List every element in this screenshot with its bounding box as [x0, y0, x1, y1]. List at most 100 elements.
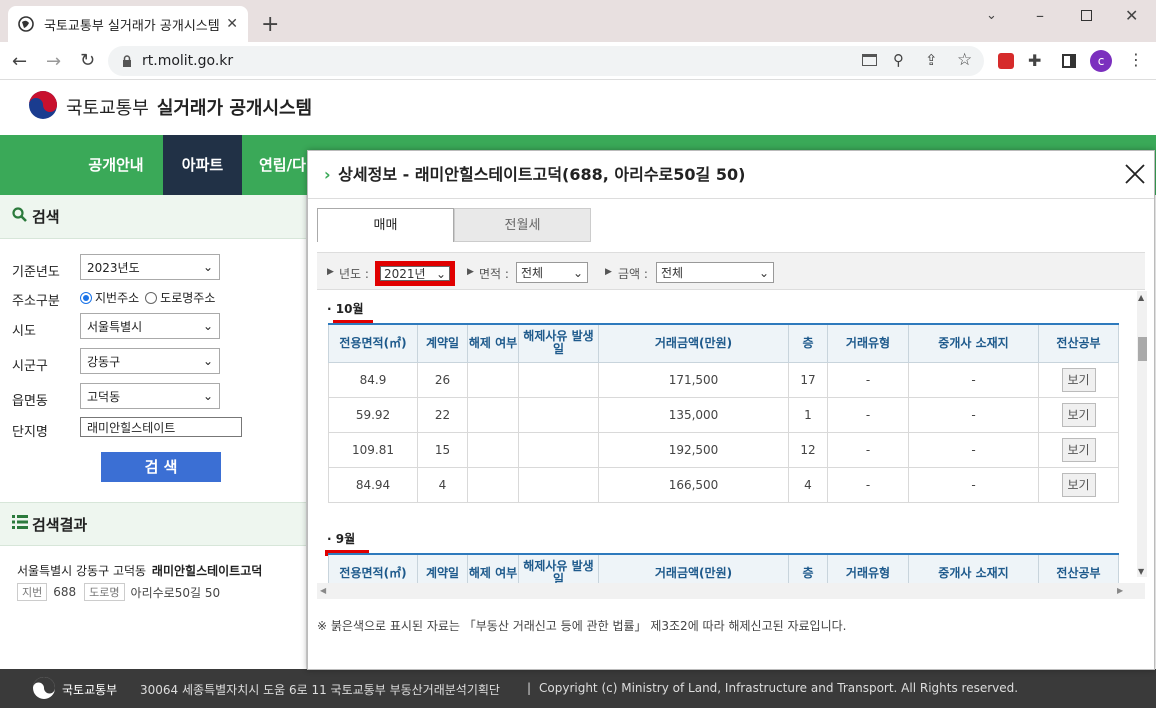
dong-select[interactable]: 고덕동 ⌄ — [80, 383, 220, 409]
table-cell — [518, 466, 599, 503]
detail-modal: › 상세정보 - 래미안힐스테이트고덕(688, 아리수로50길 50) 매매 … — [307, 150, 1155, 670]
search-heading: 검색 — [32, 208, 60, 226]
dong-label: 읍면동 — [12, 394, 48, 409]
table-cell: 12 — [788, 431, 828, 468]
forward-icon[interactable]: → — [46, 51, 61, 72]
column-header: 거래금액(만원) — [598, 323, 789, 363]
column-header: 해제 여부 — [467, 323, 519, 363]
scroll-left-icon[interactable]: ◀ — [320, 586, 326, 595]
table-row: 84.94 4 166,500 4- - 보기 — [328, 466, 1119, 503]
site-logo[interactable]: 국토교통부 실거래가 공개시스템 — [28, 90, 312, 124]
complex-input[interactable]: 래미안힐스테이트 — [80, 417, 242, 437]
table-cell: 4 — [788, 466, 828, 503]
url-text: rt.molit.go.kr — [142, 53, 234, 69]
view-button[interactable]: 보기 — [1061, 367, 1096, 392]
search-button[interactable]: 검 색 — [101, 452, 221, 482]
table-cell — [518, 431, 599, 468]
maximize-icon[interactable] — [1081, 10, 1092, 21]
chevron-down-icon: ⌄ — [572, 265, 583, 280]
result-item[interactable]: 서울특별시 강동구 고덕동 래미안힐스테이트고덕 — [17, 562, 262, 579]
result-complex-name: 래미안힐스테이트고덕 — [151, 564, 263, 578]
area-filter-value: 전체 — [521, 266, 544, 280]
table-cell — [467, 396, 519, 433]
table-cell: 171,500 — [598, 361, 789, 398]
chevron-down-icon: ⌄ — [758, 265, 769, 280]
transaction-list[interactable]: · 10월 전용면적(㎡) 계약일 해제 여부 해제사유 발생일 거래금액(만원) 층 거래… — [317, 291, 1145, 583]
table-cell: 15 — [417, 431, 468, 468]
scroll-thumb[interactable] — [1138, 337, 1147, 361]
triangle-icon: ▶ — [467, 267, 474, 277]
nav-item-apartment[interactable]: 아파트 — [163, 135, 242, 195]
table-cell: - — [908, 396, 1039, 433]
zoom-icon[interactable]: ⚲ — [893, 51, 904, 69]
table-cell: - — [908, 361, 1039, 398]
jibun-radio[interactable] — [80, 291, 92, 304]
tab-search-icon[interactable]: ⌄ — [986, 8, 997, 23]
column-header: 전산공부 — [1038, 553, 1119, 583]
complex-input-value: 래미안힐스테이트 — [87, 420, 176, 435]
table-header-row: 전용면적(㎡) 계약일 해제 여부 해제사유 발생일 거래금액(만원) 층 거래유형 중개사 … — [328, 553, 1119, 583]
month-label-oct: · 10월 — [327, 302, 364, 316]
new-tab-button[interactable]: + — [261, 12, 279, 37]
sido-select[interactable]: 서울특별시 ⌄ — [80, 313, 220, 339]
scroll-right-icon[interactable]: ▶ — [1117, 586, 1123, 595]
menu-kebab-icon[interactable]: ⋮ — [1128, 50, 1144, 69]
column-header: 거래유형 — [827, 323, 909, 363]
column-header: 해제사유 발생일 — [518, 553, 599, 583]
bookmark-star-icon[interactable]: ☆ — [957, 50, 972, 70]
footer-address: 30064 세종특별자치시 도움 6로 11 국토교통부 부동산거래분석기획단 — [140, 683, 500, 697]
column-header: 중개사 소재지 — [908, 323, 1039, 363]
column-header: 중개사 소재지 — [908, 553, 1039, 583]
extension-icon[interactable] — [998, 53, 1014, 69]
site-footer: 국토교통부 30064 세종특별자치시 도움 6로 11 국토교통부 부동산거래… — [0, 669, 1156, 708]
table-cell — [467, 466, 519, 503]
road-radio[interactable] — [145, 291, 158, 304]
view-button[interactable]: 보기 — [1061, 437, 1096, 462]
table-cell — [467, 431, 519, 468]
side-panel-icon[interactable] — [1062, 54, 1076, 68]
column-header: 전용면적(㎡) — [328, 323, 418, 363]
close-tab-icon[interactable]: ✕ — [226, 16, 238, 32]
horizontal-scrollbar[interactable]: ◀ ▶ — [317, 583, 1145, 599]
year-label: 기준년도 — [12, 265, 60, 280]
view-button[interactable]: 보기 — [1061, 472, 1096, 497]
area-filter-select[interactable]: 전체 ⌄ — [516, 262, 588, 283]
scroll-up-icon[interactable]: ▲ — [1138, 293, 1144, 302]
vertical-scrollbar[interactable]: ▲ ▼ — [1137, 291, 1147, 577]
tab-sale[interactable]: 매매 — [317, 208, 454, 242]
reload-icon[interactable]: ↻ — [80, 50, 95, 71]
sigungu-select[interactable]: 강동구 ⌄ — [80, 348, 220, 374]
tab-rent[interactable]: 전월세 — [454, 208, 591, 242]
profile-avatar[interactable]: c — [1090, 50, 1112, 72]
nav-item-guide[interactable]: 공개안내 — [80, 135, 152, 195]
month-label-sep: · 9월 — [327, 532, 356, 546]
browser-tab[interactable]: 국토교통부 실거래가 공개시스템 ✕ — [8, 6, 248, 42]
table-row: 84.9 26 171,500 17- - 보기 — [328, 361, 1119, 398]
year-select[interactable]: 2023년도 ⌄ — [80, 254, 220, 280]
puzzle-icon[interactable]: ✚ — [1028, 51, 1041, 70]
close-window-icon[interactable]: ✕ — [1125, 6, 1138, 25]
share-icon[interactable]: ⇪ — [925, 51, 938, 69]
omnibox[interactable]: rt.molit.go.kr — [108, 46, 984, 76]
table-cell: - — [908, 431, 1039, 468]
price-filter-select[interactable]: 전체 ⌄ — [656, 262, 774, 283]
table-cell: 192,500 — [598, 431, 789, 468]
scroll-down-icon[interactable]: ▼ — [1138, 567, 1144, 576]
close-icon[interactable] — [1124, 163, 1146, 189]
minimize-icon[interactable]: – — [1036, 6, 1044, 25]
column-header: 해제사유 발생일 — [518, 323, 599, 363]
table-cell — [518, 396, 599, 433]
road-tag: 도로명 — [84, 583, 125, 601]
filter-bar: ▶ 년도 : 2021년 ⌄ ▶ 면적 : 전체 ⌄ ▶ 금액 : 전체 ⌄ — [317, 252, 1145, 290]
back-icon[interactable]: ← — [12, 51, 27, 72]
table-cell: 84.94 — [328, 466, 418, 503]
year-filter-highlight: 2021년 ⌄ — [375, 261, 455, 286]
chevron-right-icon: › — [324, 165, 331, 184]
results-header: 검색결과 — [0, 502, 306, 546]
popup-blocked-icon[interactable] — [862, 54, 877, 66]
year-filter-select[interactable]: 2021년 ⌄ — [380, 266, 450, 281]
view-button[interactable]: 보기 — [1061, 402, 1096, 427]
table-cell: - — [827, 466, 909, 503]
column-header: 해제 여부 — [467, 553, 519, 583]
road-radio-label: 도로명주소 — [160, 291, 216, 305]
